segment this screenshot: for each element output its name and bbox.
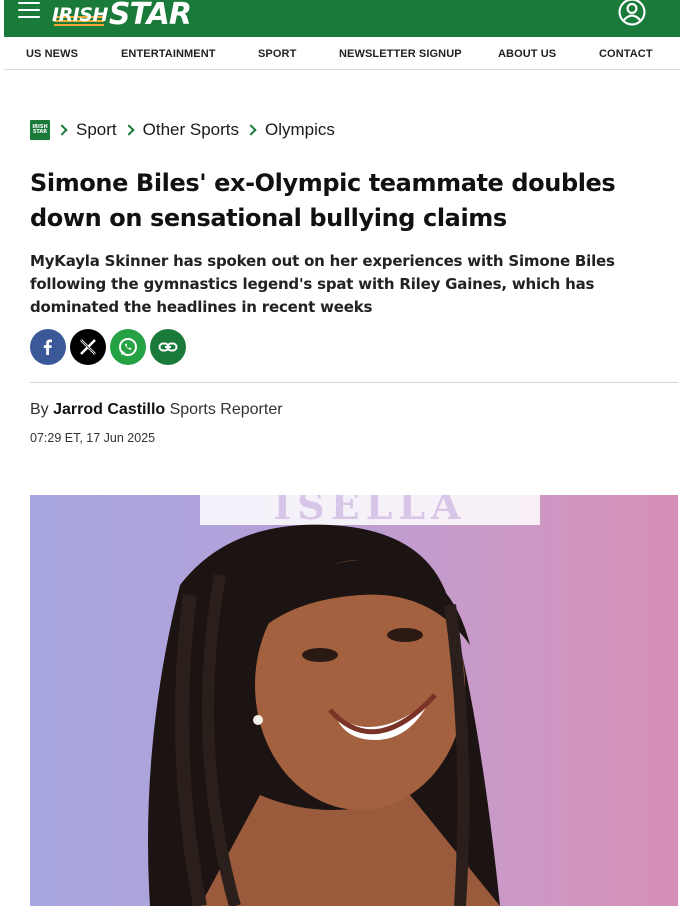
main-nav: US NEWS ENTERTAINMENT SPORT NEWSLETTER S… <box>4 37 680 70</box>
publish-timestamp: 07:29 ET, 17 Jun 2025 <box>30 431 156 445</box>
hero-image: ISELLA <box>30 495 678 906</box>
x-icon <box>80 339 96 355</box>
nav-item-contact[interactable]: CONTACT <box>599 48 653 60</box>
nav-item-sport[interactable]: SPORT <box>258 48 296 60</box>
whatsapp-share-button[interactable] <box>110 329 146 365</box>
link-icon <box>158 342 178 352</box>
nav-item-newsletter-signup[interactable]: NEWSLETTER SIGNUP <box>339 48 462 60</box>
facebook-share-button[interactable] <box>30 329 66 365</box>
menu-icon[interactable] <box>18 2 40 18</box>
breadcrumb: IRISH STAR Sport Other Sports Olympics <box>30 119 335 141</box>
breadcrumb-home-icon[interactable]: IRISH STAR <box>30 120 50 140</box>
article-standfirst: MyKayla Skinner has spoken out on her ex… <box>30 252 615 316</box>
logo-irish-text: IRISH <box>52 4 108 26</box>
x-share-button[interactable] <box>70 329 106 365</box>
breadcrumb-olympics[interactable]: Olympics <box>265 120 335 140</box>
chevron-right-icon <box>122 124 135 136</box>
article-headline: Simone Biles' ex-Olympic teammate double… <box>30 169 616 232</box>
site-logo[interactable]: IRISH STAR <box>52 0 192 32</box>
hero-photo-illustration: ISELLA <box>148 495 540 906</box>
nav-item-entertainment[interactable]: ENTERTAINMENT <box>121 48 216 60</box>
top-bar: IRISH STAR <box>4 0 680 37</box>
byline: By Jarrod Castillo Sports Reporter <box>30 401 283 419</box>
byline-prefix: By <box>30 401 49 418</box>
nav-item-us-news[interactable]: US NEWS <box>26 48 78 60</box>
whatsapp-icon <box>119 338 137 356</box>
logo-star-text: STAR <box>108 0 192 32</box>
nav-item-about-us[interactable]: ABOUT US <box>498 48 556 60</box>
account-icon[interactable] <box>614 0 650 28</box>
divider <box>30 382 678 383</box>
share-bar <box>30 329 186 365</box>
breadcrumb-sport[interactable]: Sport <box>76 120 117 140</box>
facebook-icon <box>43 339 52 355</box>
author-role: Sports Reporter <box>169 401 283 418</box>
author-name[interactable]: Jarrod Castillo <box>53 401 165 418</box>
breadcrumb-other-sports[interactable]: Other Sports <box>143 120 239 140</box>
copy-link-button[interactable] <box>150 329 186 365</box>
chevron-right-icon <box>245 124 257 136</box>
backdrop-sign-text: ISELLA <box>273 495 466 528</box>
chevron-right-icon <box>56 124 68 136</box>
